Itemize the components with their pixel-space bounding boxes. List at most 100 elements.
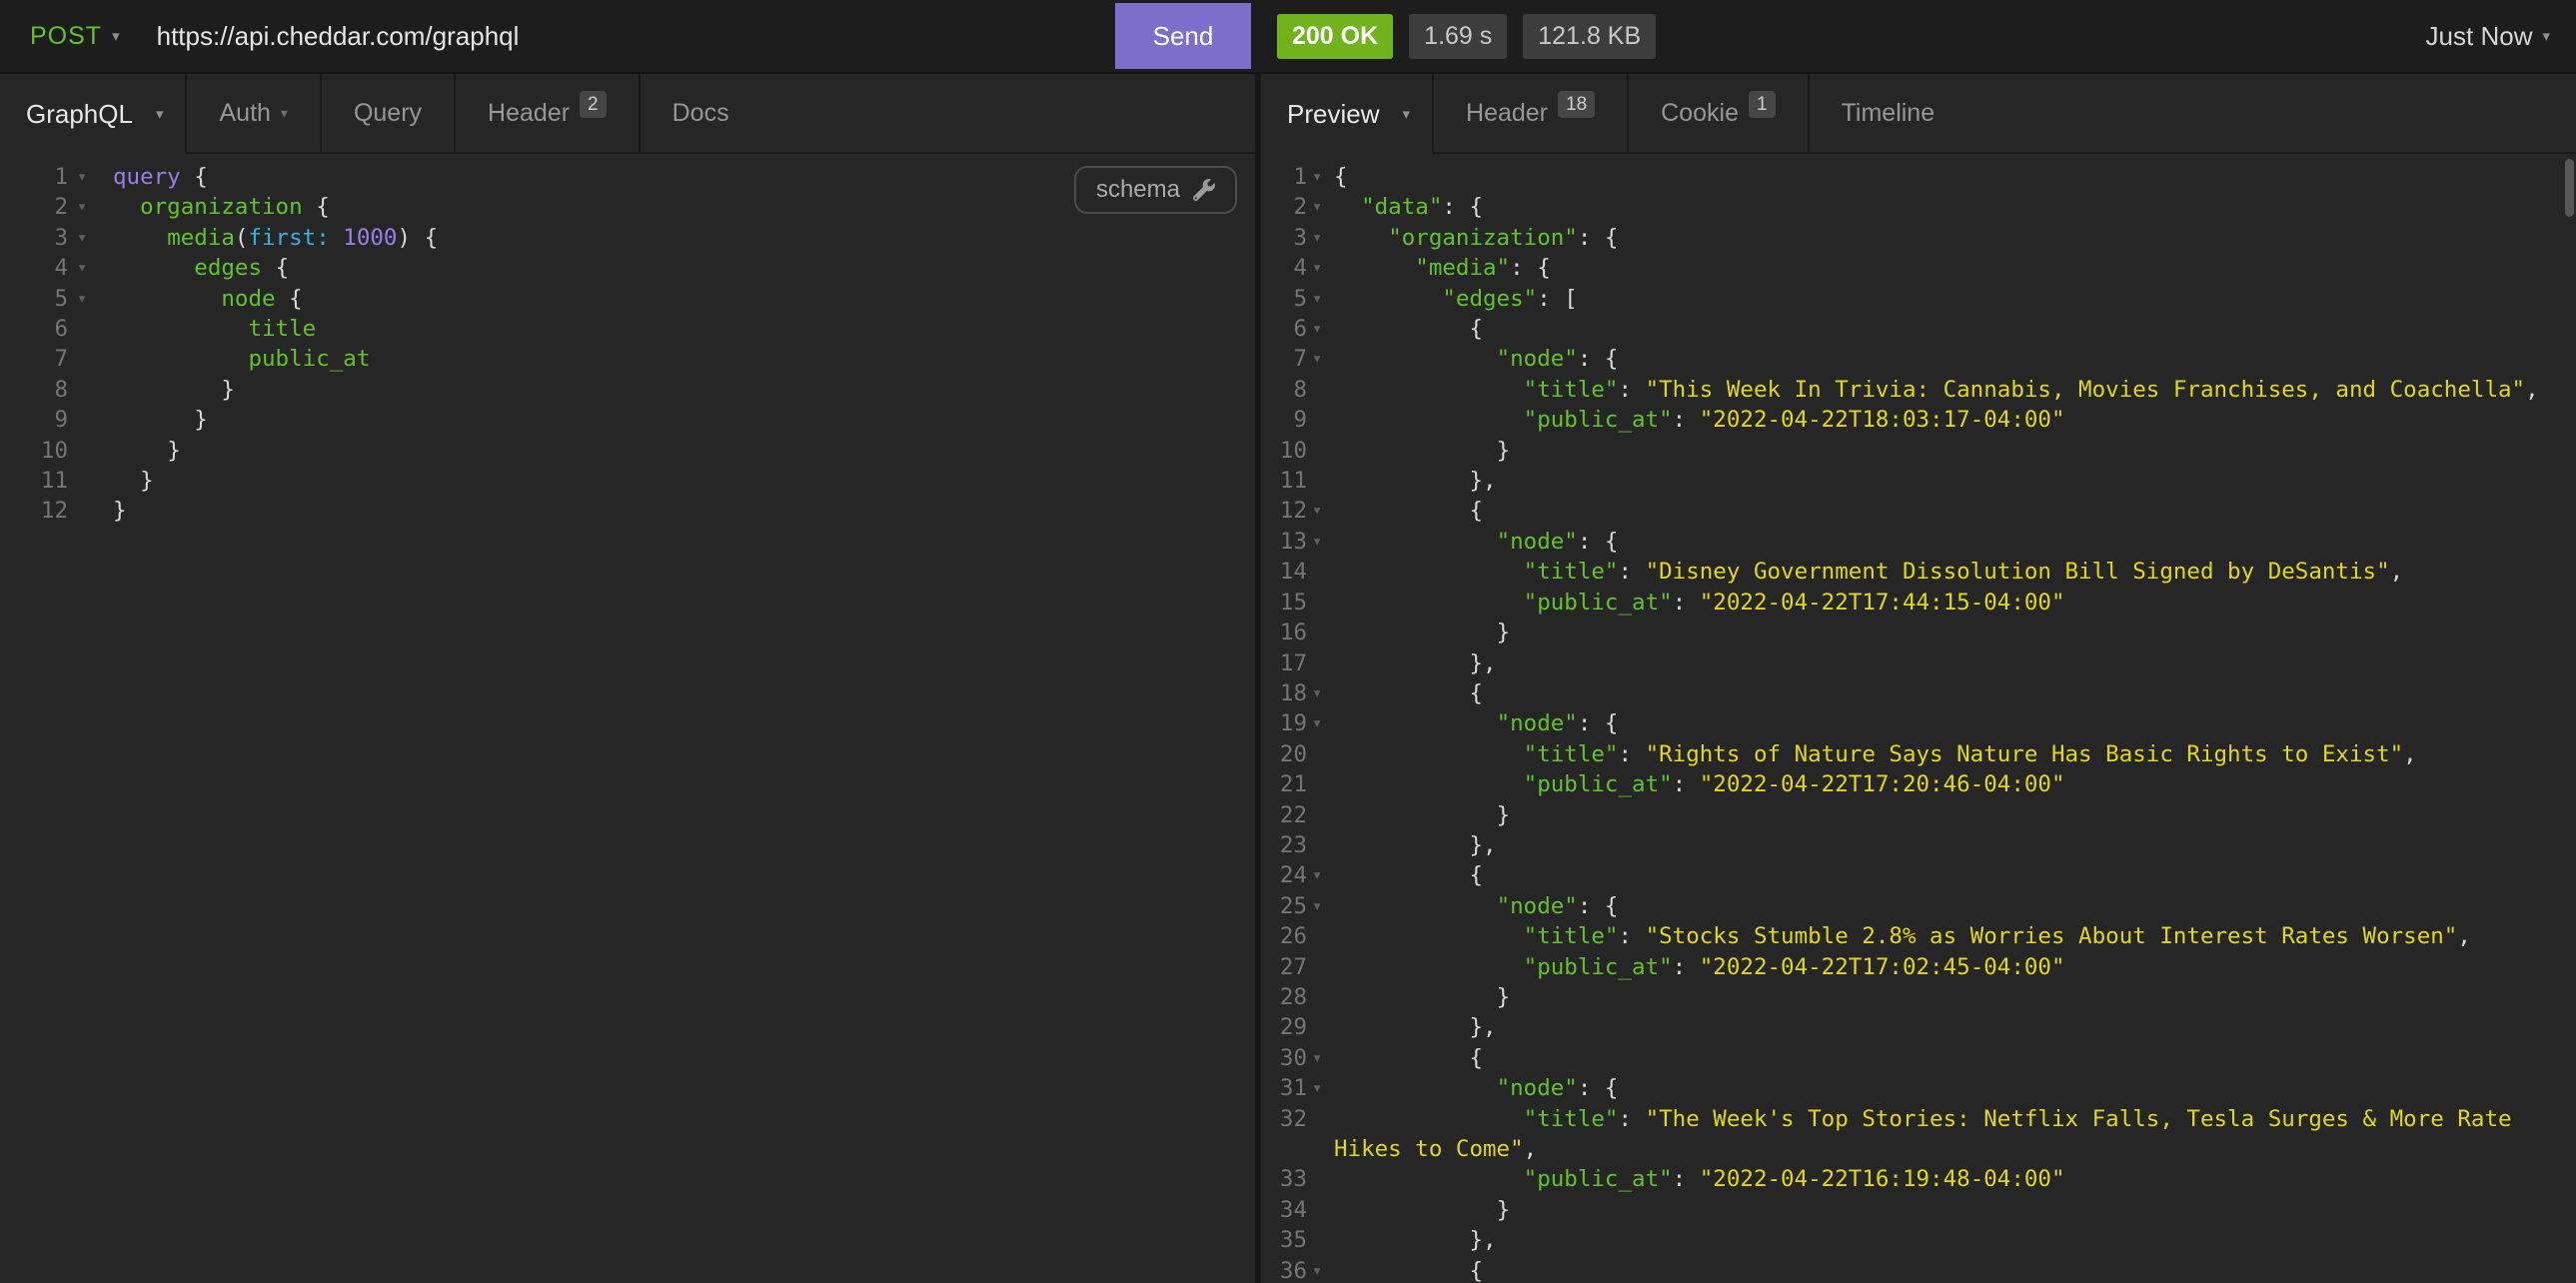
fold-toggle-icon[interactable]: ▾ bbox=[1307, 284, 1334, 314]
fold-spacer bbox=[1307, 1164, 1334, 1194]
code-line: 25▾ "node": { bbox=[1261, 891, 2576, 921]
gutter: 36▾ bbox=[1261, 1256, 1334, 1283]
response-editor[interactable]: 1▾{2▾ "data": {3▾ "organization": {4▾ "m… bbox=[1261, 154, 2576, 1283]
fold-toggle-icon[interactable]: ▾ bbox=[1307, 253, 1334, 283]
schema-button[interactable]: schema bbox=[1074, 166, 1237, 214]
gutter: 34 bbox=[1261, 1195, 1334, 1225]
code-content: } bbox=[113, 496, 1255, 526]
fold-toggle-icon[interactable]: ▾ bbox=[1307, 1256, 1334, 1283]
gutter: 2▾ bbox=[1261, 192, 1334, 222]
gutter: 19▾ bbox=[1261, 708, 1334, 738]
fold-toggle-icon[interactable]: ▾ bbox=[1307, 344, 1334, 374]
code-line: 7▾ "node": { bbox=[1261, 344, 2576, 374]
code-content: "node": { bbox=[1334, 708, 2576, 738]
gutter: 8 bbox=[0, 375, 113, 405]
fold-toggle-icon[interactable]: ▾ bbox=[1307, 860, 1334, 890]
fold-toggle-icon[interactable]: ▾ bbox=[68, 284, 113, 314]
url-bar: POST ▾ https://api.cheddar.com/graphql S… bbox=[0, 0, 1255, 72]
tab-timeline[interactable]: Timeline bbox=[1808, 74, 1967, 152]
history-dropdown[interactable]: Just Now ▾ bbox=[2426, 21, 2550, 52]
fold-spacer bbox=[1307, 1104, 1334, 1165]
fold-toggle-icon[interactable]: ▾ bbox=[68, 253, 113, 283]
line-number: 36 bbox=[1261, 1256, 1307, 1283]
request-tabs: Auth▾QueryHeader2Docs bbox=[185, 74, 1255, 154]
fold-toggle-icon[interactable]: ▾ bbox=[1307, 1043, 1334, 1073]
method-dropdown[interactable]: POST ▾ bbox=[0, 22, 121, 51]
tab-header[interactable]: Header2 bbox=[454, 74, 639, 152]
fold-toggle-icon[interactable]: ▾ bbox=[1307, 708, 1334, 738]
tab-cookie[interactable]: Cookie1 bbox=[1627, 74, 1807, 152]
tab-label: Header bbox=[488, 99, 570, 128]
gutter: 4▾ bbox=[1261, 253, 1334, 283]
preview-mode-dropdown[interactable]: Preview ▾ bbox=[1261, 74, 1432, 154]
fold-toggle-icon[interactable]: ▾ bbox=[1307, 162, 1334, 192]
code-line: 32 "title": "The Week's Top Stories: Net… bbox=[1261, 1104, 2576, 1165]
fold-toggle-icon[interactable]: ▾ bbox=[1307, 678, 1334, 708]
gutter: 4▾ bbox=[0, 253, 113, 283]
tab-docs[interactable]: Docs bbox=[639, 74, 761, 152]
fold-toggle-icon[interactable]: ▾ bbox=[1307, 223, 1334, 253]
fold-toggle-icon[interactable]: ▾ bbox=[1307, 314, 1334, 344]
line-number: 4 bbox=[1261, 253, 1307, 283]
chevron-down-icon: ▾ bbox=[2542, 27, 2550, 45]
line-number: 14 bbox=[1261, 557, 1307, 587]
fold-toggle-icon[interactable]: ▾ bbox=[68, 192, 113, 222]
code-content: public_at bbox=[113, 344, 1255, 374]
gutter: 27 bbox=[1261, 952, 1334, 982]
fold-toggle-icon[interactable]: ▾ bbox=[68, 223, 113, 253]
line-number: 12 bbox=[1261, 496, 1307, 526]
code-content: "title": "Stocks Stumble 2.8% as Worries… bbox=[1334, 921, 2576, 951]
gutter: 3▾ bbox=[1261, 223, 1334, 253]
fold-toggle-icon[interactable]: ▾ bbox=[68, 162, 113, 192]
line-number: 7 bbox=[1261, 344, 1307, 374]
gutter: 30▾ bbox=[1261, 1043, 1334, 1073]
code-line: 5▾ node { bbox=[0, 284, 1255, 314]
code-line: 9 "public_at": "2022-04-22T18:03:17-04:0… bbox=[1261, 405, 2576, 435]
gutter: 5▾ bbox=[1261, 284, 1334, 314]
fold-toggle-icon[interactable]: ▾ bbox=[1307, 527, 1334, 557]
fold-spacer bbox=[1307, 466, 1334, 496]
preview-mode-label: Preview bbox=[1287, 99, 1379, 130]
code-content: } bbox=[113, 405, 1255, 435]
schema-button-label: schema bbox=[1096, 176, 1180, 204]
code-line: 29 }, bbox=[1261, 1012, 2576, 1042]
code-line: 31▾ "node": { bbox=[1261, 1073, 2576, 1103]
send-button[interactable]: Send bbox=[1115, 3, 1251, 69]
tab-auth[interactable]: Auth▾ bbox=[185, 74, 319, 152]
code-line: 8 } bbox=[0, 375, 1255, 405]
size-badge: 121.8 KB bbox=[1523, 14, 1656, 59]
fold-toggle-icon[interactable]: ▾ bbox=[1307, 192, 1334, 222]
line-number: 24 bbox=[1261, 860, 1307, 890]
body-type-dropdown[interactable]: GraphQL ▾ bbox=[0, 74, 185, 154]
gutter: 8 bbox=[1261, 375, 1334, 405]
line-number: 16 bbox=[1261, 618, 1307, 647]
tab-header[interactable]: Header18 bbox=[1432, 74, 1627, 152]
request-editor[interactable]: 1▾query {2▾ organization {3▾ media(first… bbox=[0, 154, 1255, 1283]
code-line: 12} bbox=[0, 496, 1255, 526]
fold-spacer bbox=[1307, 618, 1334, 647]
scrollbar-thumb[interactable] bbox=[2565, 159, 2574, 217]
code-content: }, bbox=[1334, 1225, 2576, 1255]
code-content: } bbox=[1334, 800, 2576, 830]
line-number: 28 bbox=[1261, 982, 1307, 1012]
code-content: { bbox=[1334, 314, 2576, 344]
code-line: 4▾ "media": { bbox=[1261, 253, 2576, 283]
tab-query[interactable]: Query bbox=[320, 74, 454, 152]
fold-toggle-icon[interactable]: ▾ bbox=[1307, 1073, 1334, 1103]
gutter: 1▾ bbox=[1261, 162, 1334, 192]
code-line: 6 title bbox=[0, 314, 1255, 344]
gutter: 24▾ bbox=[1261, 860, 1334, 890]
tab-count-badge: 1 bbox=[1749, 91, 1776, 118]
gutter: 11 bbox=[0, 466, 113, 496]
url-input[interactable]: https://api.cheddar.com/graphql bbox=[157, 21, 1255, 52]
gutter: 13▾ bbox=[1261, 527, 1334, 557]
gutter: 5▾ bbox=[0, 284, 113, 314]
gutter: 7▾ bbox=[1261, 344, 1334, 374]
gutter: 33 bbox=[1261, 1164, 1334, 1194]
code-content: } bbox=[113, 375, 1255, 405]
fold-spacer bbox=[68, 375, 113, 405]
fold-toggle-icon[interactable]: ▾ bbox=[1307, 496, 1334, 526]
fold-spacer bbox=[1307, 1012, 1334, 1042]
fold-toggle-icon[interactable]: ▾ bbox=[1307, 891, 1334, 921]
code-line: 24▾ { bbox=[1261, 860, 2576, 890]
